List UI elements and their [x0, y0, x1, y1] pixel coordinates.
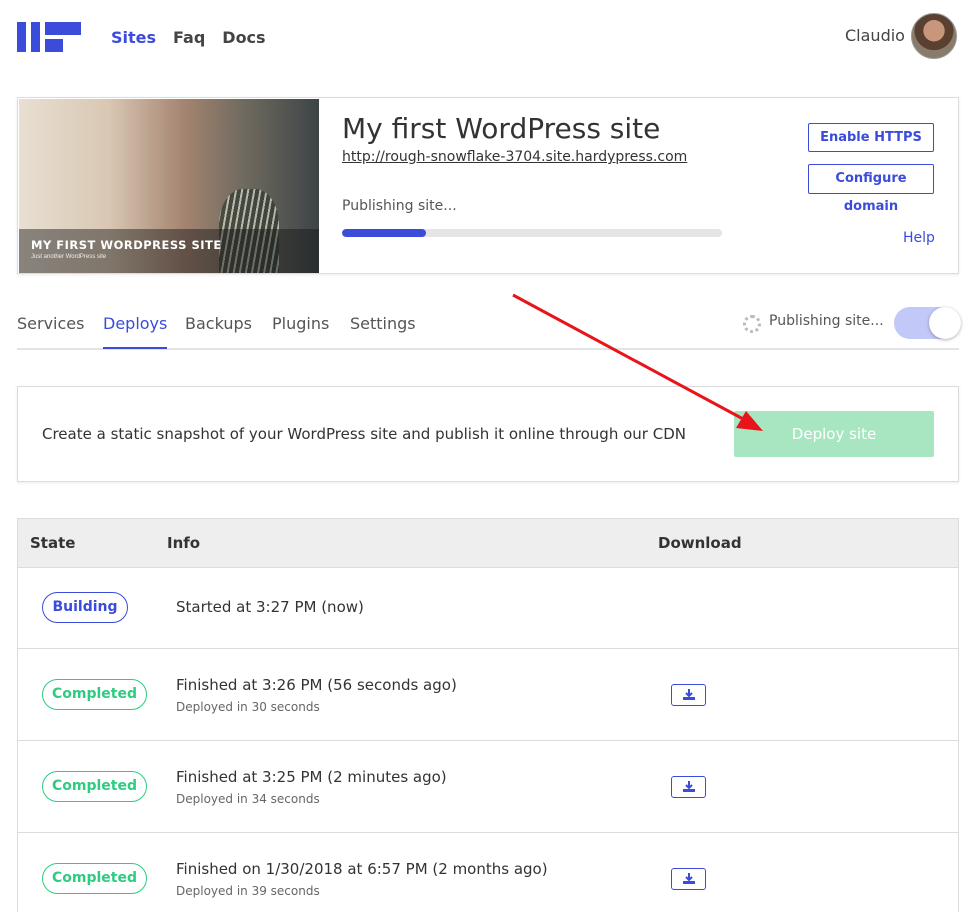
- nav-sites[interactable]: Sites: [111, 28, 156, 47]
- download-icon: [683, 689, 695, 700]
- tabs-status-text: Publishing site...: [769, 313, 884, 329]
- table-row: Completed Finished on 1/30/2018 at 6:57 …: [18, 833, 958, 912]
- progress-fill: [342, 229, 426, 237]
- deploy-duration: Deployed in 30 seconds: [176, 700, 320, 714]
- deploys-table: State Info Download Building Started at …: [17, 518, 959, 912]
- deploy-description: Create a static snapshot of your WordPre…: [42, 425, 686, 443]
- logo[interactable]: [17, 22, 81, 52]
- download-button[interactable]: [671, 868, 706, 890]
- configure-domain-button[interactable]: Configure domain: [808, 164, 934, 214]
- download-button[interactable]: [671, 776, 706, 798]
- tab-plugins[interactable]: Plugins: [272, 314, 329, 347]
- header-info: Info: [167, 534, 201, 552]
- avatar[interactable]: [911, 13, 957, 59]
- deploy-site-button[interactable]: Deploy site: [734, 411, 934, 457]
- site-thumbnail[interactable]: MY FIRST WORDPRESS SITE Just another Wor…: [19, 99, 319, 273]
- status-badge: Building: [42, 592, 128, 623]
- help-link[interactable]: Help: [903, 230, 935, 246]
- loading-spinner-icon: [743, 315, 761, 333]
- table-row: Completed Finished at 3:26 PM (56 second…: [18, 649, 958, 741]
- top-header: Sites Faq Docs Claudio: [0, 0, 975, 80]
- main-nav: Sites Faq Docs: [111, 28, 283, 47]
- download-icon: [683, 781, 695, 792]
- table-row: Completed Finished at 3:25 PM (2 minutes…: [18, 741, 958, 833]
- site-url-link[interactable]: http://rough-snowflake-3704.site.hardypr…: [342, 149, 687, 165]
- deploy-duration: Deployed in 34 seconds: [176, 792, 320, 806]
- download-icon: [683, 873, 695, 884]
- download-button[interactable]: [671, 684, 706, 706]
- status-badge: Completed: [42, 679, 147, 710]
- deploy-info: Finished at 3:25 PM (2 minutes ago): [176, 768, 447, 786]
- site-card: MY FIRST WORDPRESS SITE Just another Wor…: [17, 97, 959, 274]
- tab-deploys[interactable]: Deploys: [103, 314, 168, 349]
- publish-toggle[interactable]: [894, 307, 961, 339]
- toggle-knob: [929, 307, 961, 339]
- status-badge: Completed: [42, 771, 147, 802]
- status-badge: Completed: [42, 863, 147, 894]
- table-header: State Info Download: [18, 519, 958, 568]
- deploy-info: Finished on 1/30/2018 at 6:57 PM (2 mont…: [176, 860, 548, 878]
- tab-services[interactable]: Services: [17, 314, 84, 347]
- site-title: My first WordPress site: [342, 112, 661, 145]
- header-state: State: [30, 534, 76, 552]
- user-name[interactable]: Claudio: [845, 26, 905, 45]
- site-tabs: Services Deploys Backups Plugins Setting…: [17, 300, 961, 350]
- deploy-info: Started at 3:27 PM (now): [176, 598, 364, 616]
- nav-docs[interactable]: Docs: [222, 28, 265, 47]
- thumbnail-title: MY FIRST WORDPRESS SITE: [31, 238, 222, 252]
- tab-settings[interactable]: Settings: [350, 314, 416, 347]
- thumbnail-subtitle: Just another WordPress site: [31, 254, 107, 260]
- deploy-info: Finished at 3:26 PM (56 seconds ago): [176, 676, 457, 694]
- publish-progress-bar: [342, 229, 722, 237]
- nav-faq[interactable]: Faq: [173, 28, 205, 47]
- header-download: Download: [658, 534, 742, 552]
- table-row: Building Started at 3:27 PM (now): [18, 568, 958, 649]
- publish-status-text: Publishing site...: [342, 198, 457, 214]
- enable-https-button[interactable]: Enable HTTPS: [808, 123, 934, 152]
- deploy-duration: Deployed in 39 seconds: [176, 884, 320, 898]
- tab-backups[interactable]: Backups: [185, 314, 252, 347]
- deploy-card: Create a static snapshot of your WordPre…: [17, 386, 959, 482]
